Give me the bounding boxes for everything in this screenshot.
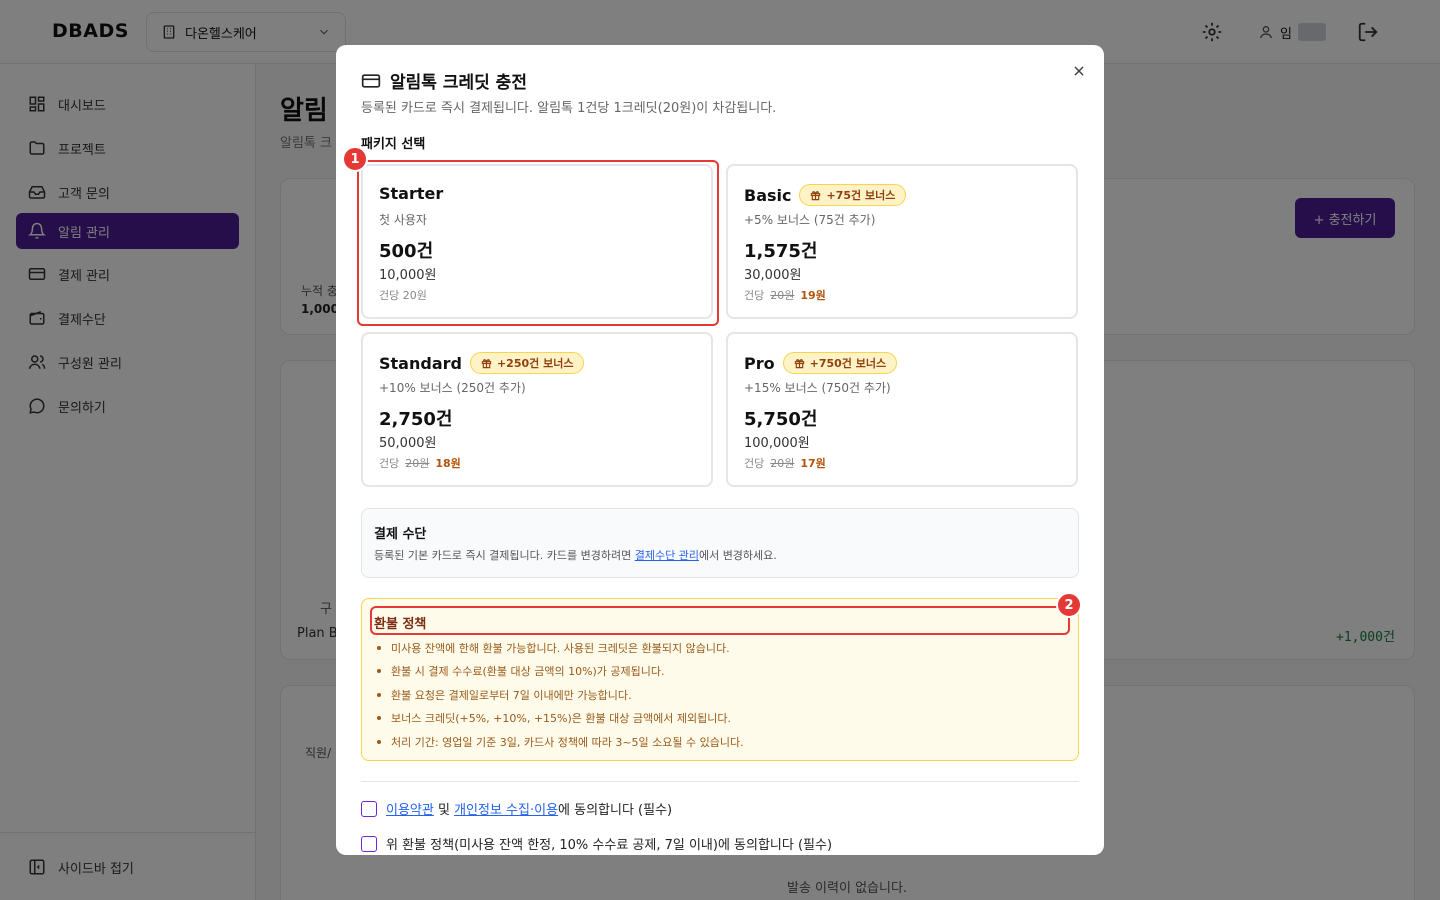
package-card-standard[interactable]: Standard +250건 보너스 +10% 보너스 (250건 추가) 2,… bbox=[361, 332, 713, 487]
bonus-badge: +75건 보너스 bbox=[799, 184, 907, 206]
payment-method-box: 결제 수단 등록된 기본 카드로 즉시 결제됩니다. 카드를 변경하려면 결제수… bbox=[361, 508, 1079, 578]
refund-policy-item: 처리 기간: 영업일 기준 3일, 카드사 정책에 따라 3~5일 소요될 수 … bbox=[374, 730, 744, 754]
original-unit-price: 20원 bbox=[405, 457, 430, 470]
agree-refund-text: 위 환불 정책(미사용 잔액 한정, 10% 수수료 공제, 7일 이내)에 동… bbox=[386, 838, 833, 853]
credit-charge-modal: 알림톡 크레딧 충전 등록된 카드로 즉시 결제됩니다. 알림톡 1건당 1크레… bbox=[336, 45, 1104, 855]
agree-refund-row[interactable]: 위 환불 정책(미사용 잔액 한정, 10% 수수료 공제, 7일 이내)에 동… bbox=[361, 834, 832, 853]
annotation-marker-1: 1 bbox=[342, 146, 368, 172]
package-card-basic[interactable]: Basic +75건 보너스 +5% 보너스 (75건 추가) 1,575건 3… bbox=[726, 164, 1078, 319]
package-name: Standard bbox=[379, 353, 462, 373]
bonus-badge-text: +250건 보너스 bbox=[496, 357, 574, 370]
gift-icon bbox=[481, 358, 492, 368]
payment-method-manage-link[interactable]: 결제수단 관리 bbox=[635, 549, 699, 562]
modal-title-text: 알림톡 크레딧 충전 bbox=[390, 73, 527, 93]
credit-card-icon bbox=[361, 73, 381, 88]
bonus-badge: +250건 보너스 bbox=[469, 352, 585, 374]
package-name: Pro bbox=[744, 353, 775, 373]
modal-description: 등록된 카드로 즉시 결제됩니다. 알림톡 1건당 1크레딧(20원)이 차감됩… bbox=[361, 101, 777, 116]
package-count: 1,575건 bbox=[744, 241, 818, 262]
package-sub: +10% 보너스 (250건 추가) bbox=[379, 381, 526, 395]
package-price: 100,000원 bbox=[744, 436, 810, 451]
agree-terms-checkbox[interactable] bbox=[361, 800, 377, 817]
package-unit-label: 건당 bbox=[744, 289, 765, 302]
original-unit-price: 20원 bbox=[770, 289, 795, 302]
discounted-unit-price: 18원 bbox=[435, 457, 461, 470]
agree-terms-row[interactable]: 이용약관 및 개인정보 수집·이용에 동의합니다 (필수) bbox=[361, 799, 672, 818]
refund-policy-item: 환불 시 결제 수수료(환불 대상 금액의 10%)가 공제됩니다. bbox=[374, 660, 744, 684]
privacy-link[interactable]: 개인정보 수집·이용 bbox=[454, 803, 558, 818]
refund-policy-item: 보너스 크레딧(+5%, +10%, +15%)은 환불 대상 금액에서 제외됩… bbox=[374, 707, 744, 731]
package-card-pro[interactable]: Pro +750건 보너스 +15% 보너스 (750건 추가) 5,750건 … bbox=[726, 332, 1078, 487]
package-sub: +15% 보너스 (750건 추가) bbox=[744, 381, 891, 395]
divider bbox=[361, 781, 1079, 782]
package-unit-label: 건당 bbox=[379, 457, 400, 470]
payment-method-title: 결제 수단 bbox=[374, 527, 427, 542]
highlight-box-refund-title bbox=[370, 606, 1070, 635]
original-unit-price: 20원 bbox=[770, 457, 795, 470]
discounted-unit-price: 17원 bbox=[800, 457, 826, 470]
bonus-badge-text: +75건 보너스 bbox=[826, 189, 896, 202]
close-button[interactable] bbox=[1069, 61, 1089, 81]
gift-icon bbox=[794, 358, 804, 368]
annotation-marker-2: 2 bbox=[1056, 592, 1082, 618]
close-icon bbox=[1074, 66, 1084, 76]
package-sub: +5% 보너스 (75건 추가) bbox=[744, 213, 876, 227]
refund-policy-item: 미사용 잔액에 한해 환불 가능합니다. 사용된 크레딧은 환불되지 않습니다. bbox=[374, 636, 744, 660]
payment-method-description: 등록된 기본 카드로 즉시 결제됩니다. 카드를 변경하려면 결제수단 관리에서… bbox=[374, 549, 777, 562]
package-section-label: 패키지 선택 bbox=[361, 137, 426, 152]
modal-title: 알림톡 크레딧 충전 bbox=[361, 68, 527, 93]
package-count: 2,750건 bbox=[379, 409, 453, 430]
agree-terms-text: 이용약관 및 개인정보 수집·이용에 동의합니다 (필수) bbox=[386, 803, 673, 818]
refund-policy-list: 미사용 잔액에 한해 환불 가능합니다. 사용된 크레딧은 환불되지 않습니다.… bbox=[374, 636, 744, 754]
refund-policy-item: 환불 요청은 결제일로부터 7일 이내에만 가능합니다. bbox=[374, 683, 744, 707]
terms-link[interactable]: 이용약관 bbox=[386, 803, 434, 818]
gift-icon bbox=[811, 190, 821, 200]
agree-refund-checkbox[interactable] bbox=[361, 835, 377, 852]
highlight-box-starter bbox=[357, 160, 719, 326]
package-price: 50,000원 bbox=[379, 436, 437, 451]
package-count: 5,750건 bbox=[744, 409, 818, 430]
package-price: 30,000원 bbox=[744, 268, 802, 283]
bonus-badge-text: +750건 보너스 bbox=[809, 357, 887, 370]
discounted-unit-price: 19원 bbox=[800, 289, 826, 302]
package-name: Basic bbox=[744, 185, 792, 205]
package-unit-label: 건당 bbox=[744, 457, 765, 470]
bonus-badge: +750건 보너스 bbox=[782, 352, 898, 374]
